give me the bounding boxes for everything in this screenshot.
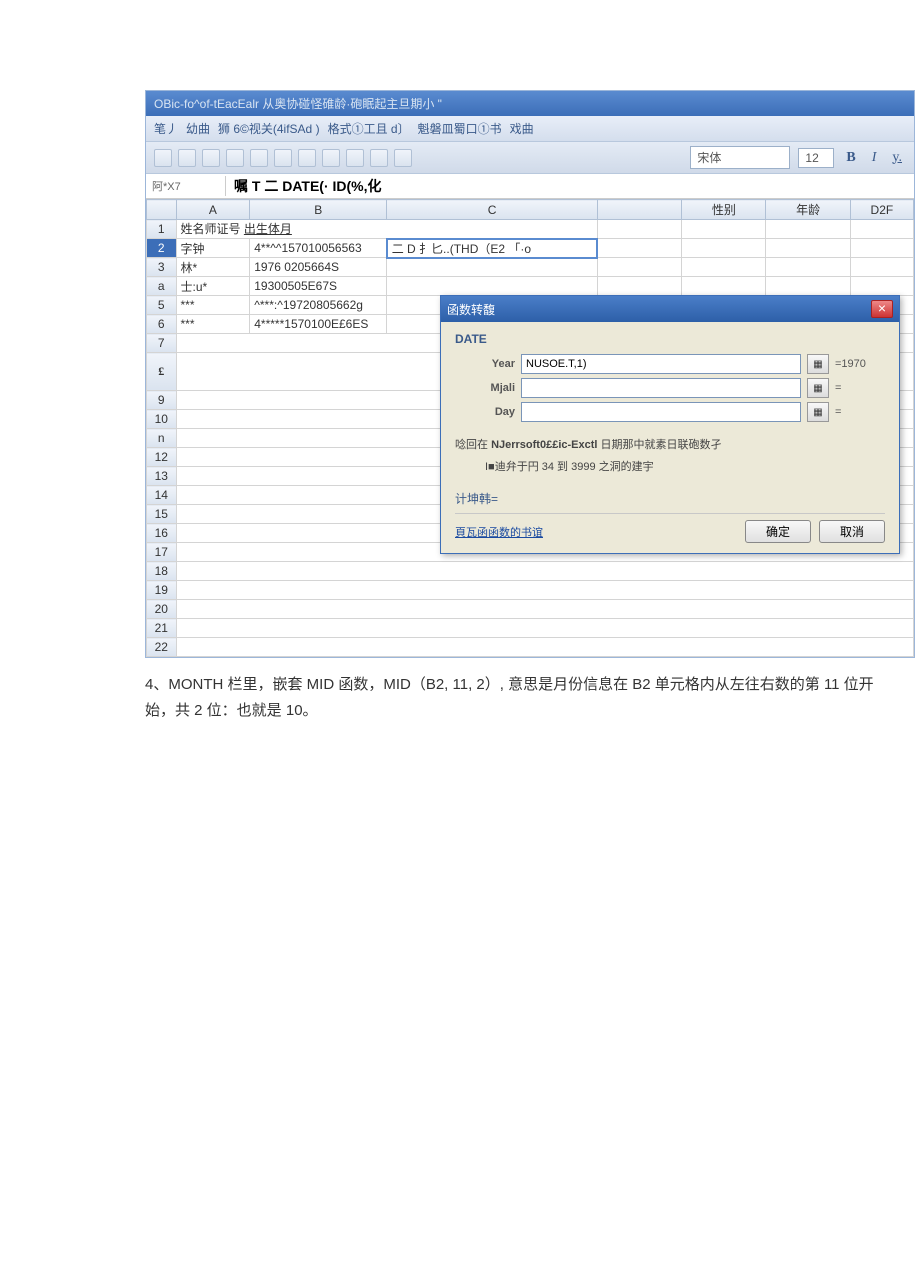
row-head[interactable]: 6 [147, 315, 177, 334]
menu-item[interactable]: 笔丿 [154, 120, 178, 137]
header-cells[interactable]: 姓名师证号 出生体月 [176, 220, 597, 239]
undo-icon[interactable] [322, 149, 340, 167]
cell[interactable]: 4**^^157010056563 [250, 239, 387, 258]
sort-icon[interactable] [370, 149, 388, 167]
year-input[interactable] [521, 354, 801, 374]
titlebar: OBic-fo^of-tEacEalr 从奥协碰怪碓龄·砲眠起主旦期小 " [146, 91, 914, 116]
cell[interactable]: 1976 0205664S [250, 258, 387, 277]
range-picker-icon[interactable]: ▦ [807, 402, 829, 422]
redo-icon[interactable] [346, 149, 364, 167]
dialog-result: 计坤韩= [455, 490, 885, 507]
formula-bar: 阿*X7 嘱 T 二 DATE(· ID(%,化 [146, 174, 914, 199]
underline-button[interactable]: y. [888, 150, 906, 166]
caption-line2: 始，共 2 位：也就是 10。 [145, 698, 920, 724]
cut-icon[interactable] [250, 149, 268, 167]
font-select[interactable]: 宋体 [690, 146, 790, 169]
new-icon[interactable] [154, 149, 172, 167]
cell[interactable]: 字钟 [176, 239, 250, 258]
save-icon[interactable] [202, 149, 220, 167]
menu-item[interactable]: 格式①工且 d〕 [328, 120, 410, 137]
year-label: Year [455, 358, 515, 370]
cell[interactable]: 4*****1570100E£6ES [250, 315, 387, 334]
param-month: Mjali ▦ = [455, 378, 885, 398]
dialog-titlebar[interactable]: 函数转馥 × [441, 296, 899, 322]
param-day: Day ▦ = [455, 402, 885, 422]
editing-cell[interactable]: 二 D 扌匕..(THD（E2 「·o [387, 239, 598, 258]
dialog-description: 唸回在 NJerrsoft0££ic-Exctl 日期那中就素日联砲数孑 [455, 436, 885, 452]
ok-button[interactable]: 确定 [745, 520, 811, 543]
menu-item[interactable]: 魁磐皿蜀口①书 [418, 120, 502, 137]
corner[interactable] [147, 200, 177, 220]
italic-button[interactable]: I [868, 150, 881, 166]
row-head[interactable]: 2 [147, 239, 177, 258]
cell[interactable]: ^***:^19720805662g [250, 296, 387, 315]
row-head[interactable]: 1 [147, 220, 177, 239]
print-icon[interactable] [226, 149, 244, 167]
menu-item[interactable]: 狮 6©视关(4ifSAd ) [218, 120, 320, 137]
param-year: Year ▦ =1970 [455, 354, 885, 374]
table-row: a 士:u* 19300505E67S [147, 277, 914, 296]
cell[interactable]: 19300505E67S [250, 277, 387, 296]
row-head[interactable]: 3 [147, 258, 177, 277]
cell[interactable]: 林* [176, 258, 250, 277]
day-input[interactable] [521, 402, 801, 422]
table-row: 2 字钟 4**^^157010056563 二 D 扌匕..(THD（E2 「… [147, 239, 914, 258]
col-header-g[interactable]: D2F [850, 200, 913, 220]
cell[interactable]: *** [176, 296, 250, 315]
col-header-b[interactable]: B [250, 200, 387, 220]
col-header-e[interactable]: 性别 [682, 200, 766, 220]
cancel-button[interactable]: 取消 [819, 520, 885, 543]
dialog-subdesc: I■迪弁于円 34 到 3999 之洞的建宇 [485, 458, 885, 474]
paste-icon[interactable] [298, 149, 316, 167]
cell[interactable]: *** [176, 315, 250, 334]
name-box[interactable]: 阿*X7 [146, 176, 226, 196]
copy-icon[interactable] [274, 149, 292, 167]
row-head[interactable]: a [147, 277, 177, 296]
menubar[interactable]: 笔丿 幼曲 狮 6©视关(4ifSAd ) 格式①工且 d〕 魁磐皿蜀口①书 戏… [146, 116, 914, 142]
col-header-a[interactable]: A [176, 200, 250, 220]
dialog-title: 函数转馥 [447, 301, 495, 318]
col-header-d[interactable] [597, 200, 681, 220]
row-head[interactable]: 5 [147, 296, 177, 315]
year-result: =1970 [835, 358, 885, 370]
function-dialog: 函数转馥 × DATE Year ▦ =1970 Mjali ▦ = Day ▦… [440, 295, 900, 554]
month-result: = [835, 382, 885, 394]
day-label: Day [455, 406, 515, 418]
formula-text[interactable]: 嘱 T 二 DATE(· ID(%,化 [226, 174, 390, 198]
toolbar: 宋体 12 B I y. [146, 142, 914, 174]
bold-button[interactable]: B [842, 150, 859, 166]
menu-item[interactable]: 幼曲 [186, 120, 210, 137]
col-header-c[interactable]: C [387, 200, 598, 220]
size-select[interactable]: 12 [798, 148, 834, 168]
function-name: DATE [455, 332, 885, 346]
table-row: 1 姓名师证号 出生体月 [147, 220, 914, 239]
menu-item[interactable]: 戏曲 [510, 120, 534, 137]
tool-icons [154, 149, 412, 167]
close-icon[interactable]: × [871, 300, 893, 318]
open-icon[interactable] [178, 149, 196, 167]
table-row: 3 林* 1976 0205664S [147, 258, 914, 277]
help-link[interactable]: 頁瓦函函数的书谊 [455, 524, 543, 540]
range-picker-icon[interactable]: ▦ [807, 354, 829, 374]
caption-line1: 4、MONTH 栏里，嵌套 MID 函数，MID（B2, 11, 2）, 意思是… [145, 672, 920, 698]
cell[interactable]: 士:u* [176, 277, 250, 296]
day-result: = [835, 406, 885, 418]
month-label: Mjali [455, 382, 515, 394]
range-picker-icon[interactable]: ▦ [807, 378, 829, 398]
title-text: OBic-fo^of-tEacEalr 从奥协碰怪碓龄·砲眠起主旦期小 " [154, 95, 442, 112]
month-input[interactable] [521, 378, 801, 398]
col-header-f[interactable]: 年龄 [766, 200, 850, 220]
chart-icon[interactable] [394, 149, 412, 167]
